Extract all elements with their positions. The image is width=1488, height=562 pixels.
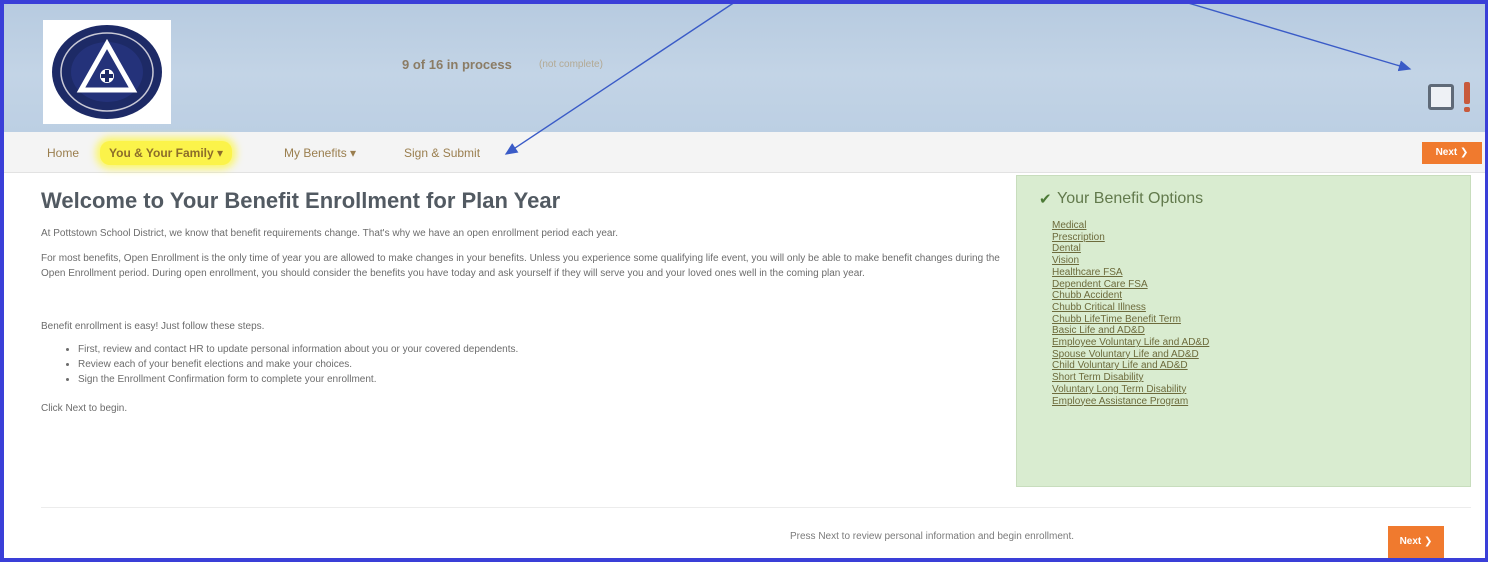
benefit-link-chubb-accident[interactable]: Chubb Accident <box>1052 290 1209 302</box>
nav-sign-and-submit[interactable]: Sign & Submit <box>404 146 480 160</box>
benefit-link-chubb-critical-illness[interactable]: Chubb Critical Illness <box>1052 302 1209 314</box>
benefit-options-list: Medical Prescription Dental Vision Healt… <box>1052 220 1209 407</box>
nav-home[interactable]: Home <box>47 146 79 160</box>
nav-you-and-your-family[interactable]: You & Your Family ▾ <box>100 141 233 165</box>
seal-icon <box>52 25 162 119</box>
header: 9 of 16 in process (not complete) <box>4 4 1485 132</box>
benefit-link-short-term-disability[interactable]: Short Term Disability <box>1052 372 1209 384</box>
benefit-link-medical[interactable]: Medical <box>1052 220 1209 232</box>
notification-alert-icon[interactable] <box>1428 84 1454 110</box>
benefit-link-spouse-voluntary-life[interactable]: Spouse Voluntary Life and AD&D <box>1052 349 1209 361</box>
benefit-link-long-term-disability[interactable]: Voluntary Long Term Disability <box>1052 384 1209 396</box>
list-item: First, review and contact HR to update p… <box>78 342 518 357</box>
enrollment-progress: 9 of 16 in process <box>402 57 512 72</box>
benefit-link-chubb-lifetime-term[interactable]: Chubb LifeTime Benefit Term <box>1052 314 1209 326</box>
school-district-logo <box>43 20 171 124</box>
footer-instruction: Press Next to review personal informatio… <box>790 531 1075 542</box>
enrollment-steps-list: First, review and contact HR to update p… <box>60 342 518 387</box>
next-button-top[interactable]: Next ❯ <box>1422 142 1482 164</box>
benefit-link-employee-voluntary-life[interactable]: Employee Voluntary Life and AD&D <box>1052 337 1209 349</box>
next-button-bottom[interactable]: Next ❯ <box>1388 526 1444 558</box>
enrollment-progress-status: (not complete) <box>539 59 603 70</box>
benefit-options-panel: ✔ Your Benefit Options Medical Prescript… <box>1016 175 1471 487</box>
benefit-link-healthcare-fsa[interactable]: Healthcare FSA <box>1052 267 1209 279</box>
list-item: Review each of your benefit elections an… <box>78 357 518 372</box>
intro-paragraph: At Pottstown School District, we know th… <box>41 228 619 239</box>
click-next-instruction: Click Next to begin. <box>41 403 128 414</box>
steps-intro: Benefit enrollment is easy! Just follow … <box>41 321 265 332</box>
benefit-link-vision[interactable]: Vision <box>1052 255 1209 267</box>
page-title: Welcome to Your Benefit Enrollment for P… <box>41 188 561 213</box>
alert-exclamation-icon <box>1464 82 1470 104</box>
benefit-options-title: Your Benefit Options <box>1057 190 1204 207</box>
alert-exclamation-dot <box>1464 107 1470 112</box>
benefit-link-child-voluntary-life[interactable]: Child Voluntary Life and AD&D <box>1052 360 1209 372</box>
list-item: Sign the Enrollment Confirmation form to… <box>78 372 518 387</box>
benefit-link-employee-assistance[interactable]: Employee Assistance Program <box>1052 396 1209 408</box>
benefit-link-prescription[interactable]: Prescription <box>1052 232 1209 244</box>
main-nav: Home You & Your Family ▾ My Benefits ▾ S… <box>4 132 1485 173</box>
open-enrollment-paragraph: For most benefits, Open Enrollment is th… <box>41 253 1000 279</box>
benefit-link-dependent-care-fsa[interactable]: Dependent Care FSA <box>1052 279 1209 291</box>
footer-divider <box>41 507 1471 508</box>
benefit-link-basic-life[interactable]: Basic Life and AD&D <box>1052 325 1209 337</box>
benefit-link-dental[interactable]: Dental <box>1052 243 1209 255</box>
nav-my-benefits[interactable]: My Benefits ▾ <box>284 146 356 160</box>
